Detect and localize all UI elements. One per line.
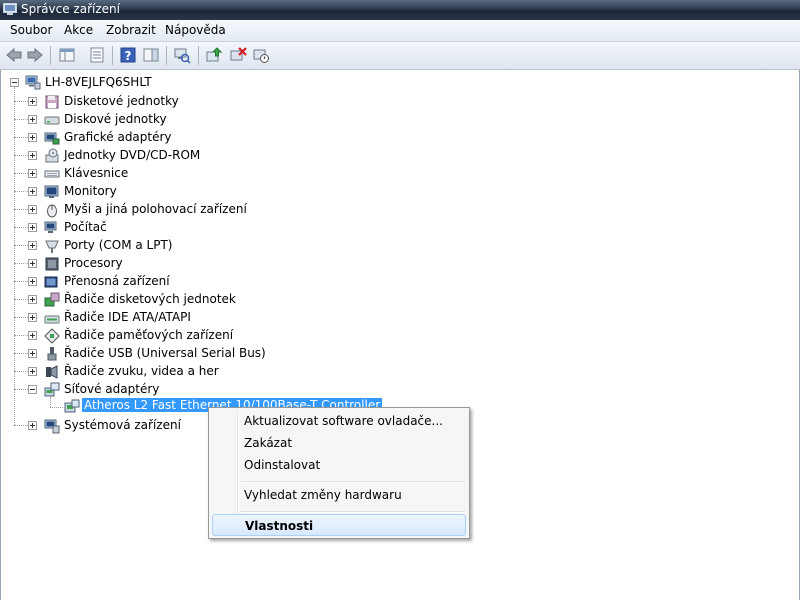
- port-icon: [45, 240, 59, 253]
- ctx-uninstall[interactable]: Odinstalovat: [212, 454, 466, 476]
- tree-expand-toggle[interactable]: [28, 367, 37, 376]
- tree-category-label[interactable]: Myši a jiná polohovací zařízení: [64, 202, 247, 216]
- storage-controller-icon: [44, 328, 60, 344]
- tree-expand-toggle[interactable]: [28, 223, 37, 232]
- tree-collapse-toggle[interactable]: [28, 385, 37, 394]
- tree-category-label[interactable]: Řadiče paměťových zařízení: [64, 328, 233, 342]
- ctx-properties[interactable]: Vlastnosti: [212, 514, 466, 536]
- system-device-icon: [44, 419, 60, 434]
- tree-expand-toggle[interactable]: [28, 331, 37, 340]
- tree-category-label[interactable]: Řadiče USB (Universal Serial Bus): [64, 346, 266, 360]
- tree-category-label[interactable]: Procesory: [64, 256, 123, 270]
- help-icon[interactable]: ?: [119, 46, 137, 64]
- keyboard-icon: [44, 170, 60, 178]
- tree-category-label[interactable]: Disketové jednotky: [64, 94, 179, 108]
- network-card-icon: [64, 399, 80, 413]
- ctx-disable-label: Zakázat: [244, 436, 293, 450]
- forward-icon[interactable]: [26, 46, 44, 64]
- tree-expand-toggle[interactable]: [28, 205, 37, 214]
- tree-category-label[interactable]: Diskové jednotky: [64, 112, 167, 126]
- tree-category-label[interactable]: Porty (COM a LPT): [64, 238, 172, 252]
- tree-expand-toggle[interactable]: [28, 169, 37, 178]
- tree-category-label[interactable]: Síťové adaptéry: [64, 382, 159, 396]
- tree-expand-toggle[interactable]: [28, 421, 37, 430]
- ctx-disable[interactable]: Zakázat: [212, 432, 466, 454]
- show-hide-console-tree-icon[interactable]: [58, 46, 76, 64]
- tree-category-label[interactable]: Řadiče disketových jednotek: [64, 292, 236, 306]
- tree-expand-toggle[interactable]: [28, 259, 37, 268]
- ctx-update-driver[interactable]: Aktualizovat software ovladače...: [212, 410, 466, 432]
- sound-icon: [46, 365, 58, 379]
- tree-category-label[interactable]: Systémová zařízení: [64, 418, 181, 432]
- tree-expand-toggle[interactable]: [28, 241, 37, 250]
- display-adapter-icon: [44, 132, 60, 145]
- monitor-icon: [44, 185, 59, 198]
- tree-expand-toggle[interactable]: [28, 187, 37, 196]
- window-title: Správce zařízení: [21, 2, 120, 16]
- computer-icon: [44, 221, 57, 233]
- usb-icon: [47, 347, 57, 361]
- update-driver-icon[interactable]: [205, 46, 223, 64]
- tree-category-label[interactable]: Jednotky DVD/CD-ROM: [64, 148, 200, 162]
- menu-akce[interactable]: Akce: [62, 23, 95, 37]
- scan-hardware-icon[interactable]: [173, 46, 191, 64]
- tree-category-label[interactable]: Klávesnice: [64, 166, 128, 180]
- svg-text:?: ?: [125, 49, 132, 63]
- tree-category-label[interactable]: Grafické adaptéry: [64, 130, 172, 144]
- properties-icon[interactable]: [88, 46, 106, 64]
- menu-zobrazit[interactable]: Zobrazit: [104, 23, 158, 37]
- ctx-scan-hardware-label: Vyhledat změny hardwaru: [244, 488, 402, 502]
- menu-napoveda[interactable]: Nápověda: [163, 23, 228, 37]
- disk-drive-icon: [44, 116, 60, 125]
- computer-root-icon: [25, 75, 41, 90]
- menu-bar: Soubor Akce Zobrazit Nápověda: [0, 20, 800, 42]
- tree-category-label[interactable]: Počítač: [64, 220, 107, 234]
- tree-expand-toggle[interactable]: [28, 115, 37, 124]
- context-menu: Aktualizovat software ovladače... Zakáza…: [208, 407, 470, 539]
- ctx-scan-hardware[interactable]: Vyhledat změny hardwaru: [212, 484, 466, 506]
- tree-category-label[interactable]: Monitory: [64, 184, 117, 198]
- tree-expand-toggle[interactable]: [28, 313, 37, 322]
- tree-expand-toggle[interactable]: [28, 151, 37, 160]
- tree-expand-toggle[interactable]: [28, 133, 37, 142]
- floppy-controller-icon: [44, 292, 60, 307]
- tree-collapse-toggle[interactable]: [10, 78, 19, 87]
- tree-connector: [50, 407, 63, 408]
- ctx-uninstall-label: Odinstalovat: [244, 458, 321, 472]
- ctx-separator: [241, 481, 465, 483]
- ctx-properties-label: Vlastnosti: [245, 519, 314, 533]
- floppy-icon: [45, 95, 59, 109]
- tree-category-label[interactable]: Řadiče IDE ATA/ATAPI: [64, 310, 191, 324]
- disable-icon[interactable]: [252, 46, 270, 64]
- ide-controller-icon: [44, 315, 60, 324]
- ctx-separator: [241, 511, 465, 513]
- toolbar-separator: [166, 46, 167, 65]
- tree-expand-toggle[interactable]: [28, 97, 37, 106]
- ctx-update-driver-label: Aktualizovat software ovladače...: [244, 414, 443, 428]
- tree-category-label[interactable]: Řadiče zvuku, videa a her: [64, 364, 219, 378]
- root-computer-label[interactable]: LH-8VEJLFQ6SHLT: [45, 75, 152, 89]
- tree-category-label[interactable]: Přenosná zařízení: [64, 274, 170, 288]
- menu-soubor[interactable]: Soubor: [8, 23, 54, 37]
- back-icon[interactable]: [5, 46, 23, 64]
- tree-expand-toggle[interactable]: [28, 349, 37, 358]
- title-bar: Správce zařízení: [0, 0, 800, 20]
- toolbar-separator: [50, 46, 51, 65]
- dvd-icon: [45, 148, 59, 163]
- toolbar-separator: [198, 46, 199, 65]
- toolbar-separator: [112, 46, 113, 65]
- processor-icon: [45, 257, 59, 271]
- network-adapter-icon: [44, 382, 60, 397]
- portable-device-icon: [44, 276, 58, 288]
- tree-connector: [50, 397, 51, 407]
- tree-expand-toggle[interactable]: [28, 277, 37, 286]
- mouse-icon: [47, 204, 57, 218]
- toolbar: ?: [0, 42, 800, 70]
- action-pane-icon[interactable]: [142, 46, 160, 64]
- device-manager-app-icon: [3, 3, 17, 15]
- tree-expand-toggle[interactable]: [28, 295, 37, 304]
- uninstall-icon[interactable]: [229, 46, 247, 64]
